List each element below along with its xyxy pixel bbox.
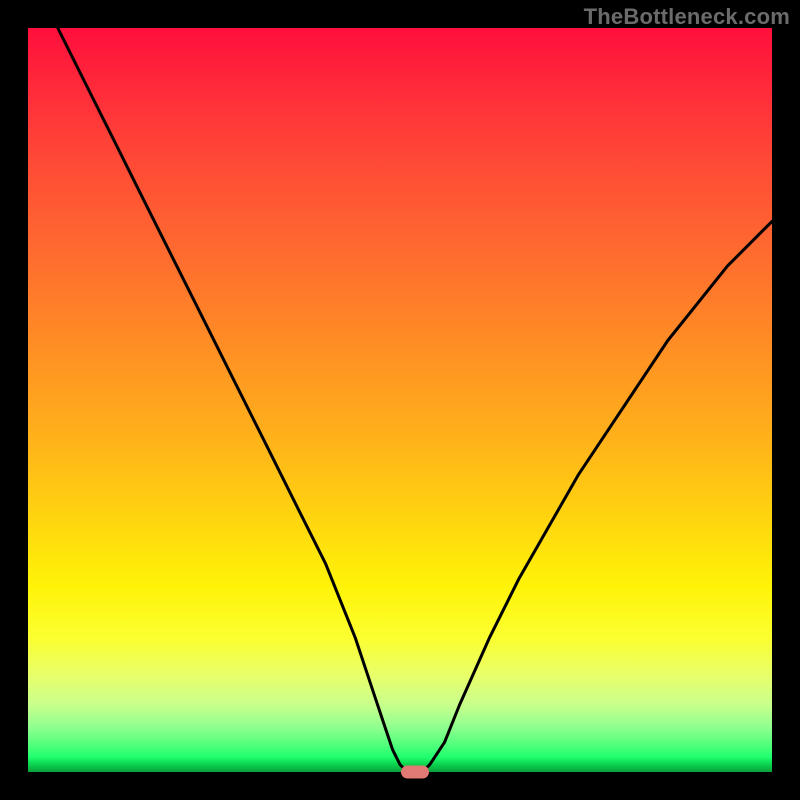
curve-path [28,0,772,772]
optimum-marker [401,766,429,779]
chart-frame: TheBottleneck.com [0,0,800,800]
bottleneck-curve [28,28,772,772]
plot-area [28,28,772,772]
watermark-text: TheBottleneck.com [584,4,790,30]
